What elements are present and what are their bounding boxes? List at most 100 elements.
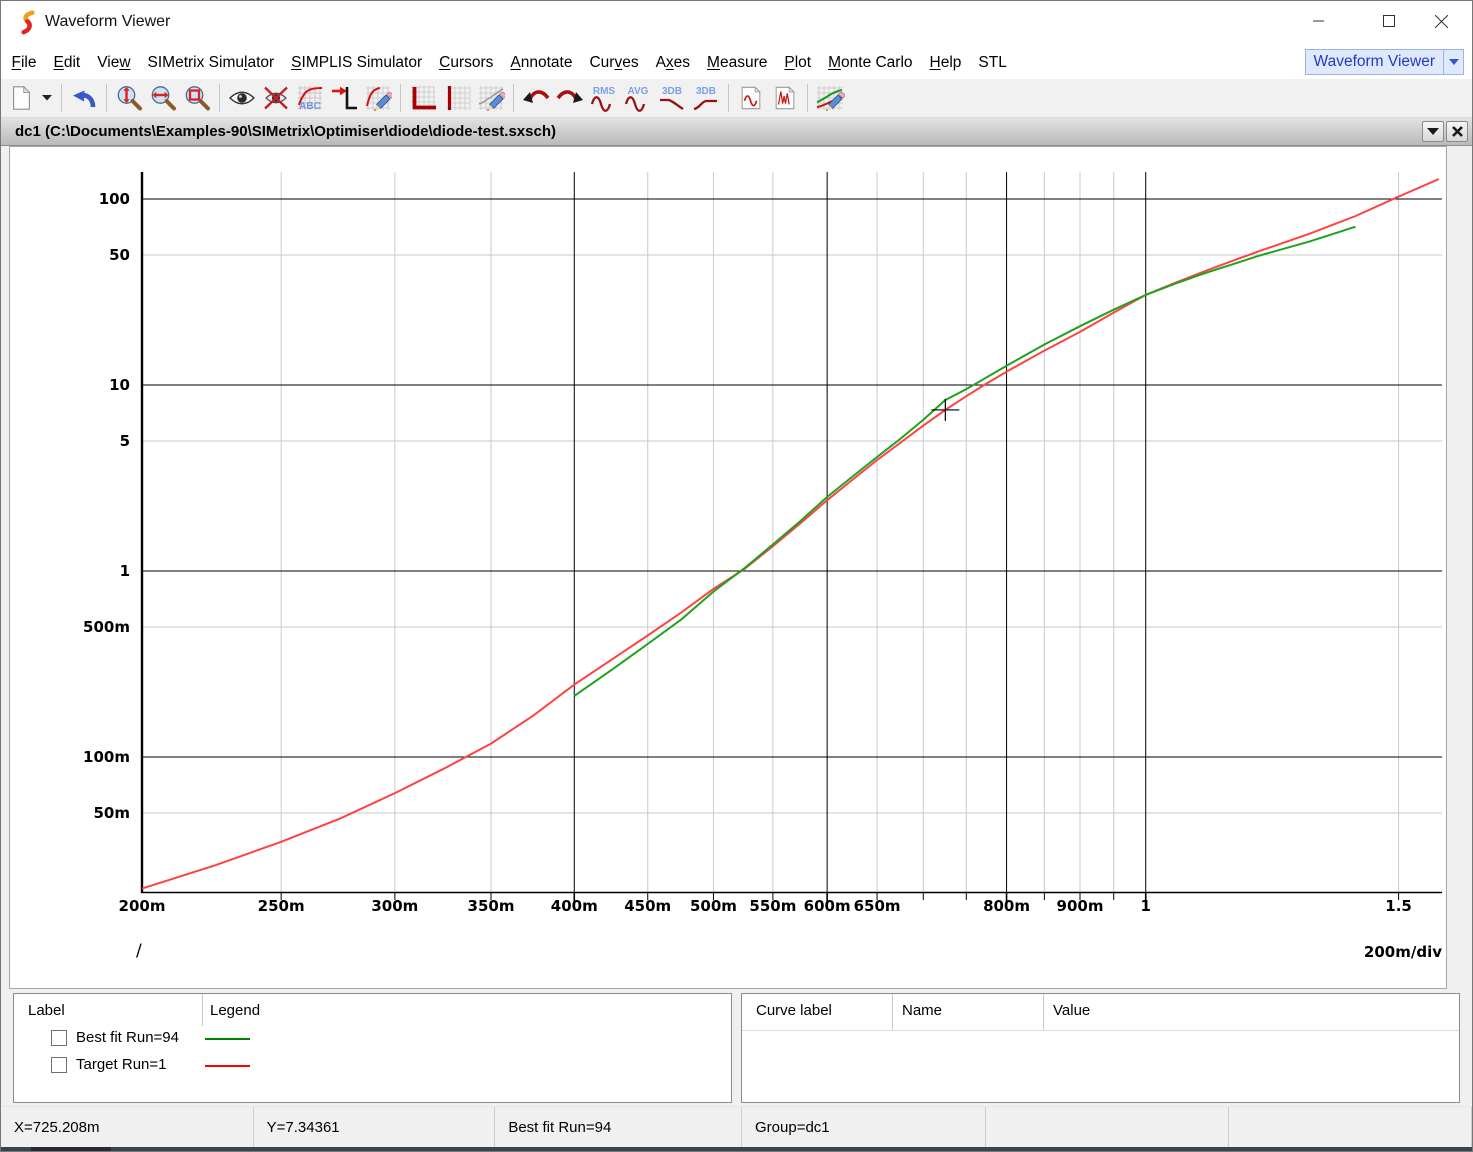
toolbar-separator [513, 84, 514, 112]
legend-line-sample [205, 1065, 250, 1067]
y-tick-label: 50m [50, 804, 130, 822]
waveform-plot-area[interactable]: 200m250m300m350m400m450m500m550m600m650m… [9, 146, 1447, 989]
status-field-5 [1229, 1107, 1472, 1147]
column-divider [202, 994, 203, 1026]
axes [141, 172, 1442, 905]
menu-file[interactable]: File [3, 54, 45, 72]
toolbar-separator [61, 84, 62, 112]
axes-icon [409, 84, 437, 112]
x-division-label: 200m/div [1302, 943, 1442, 961]
readout-name-header: Name [902, 1002, 942, 1019]
menu-cursors[interactable]: Cursors [431, 54, 502, 72]
minimize-button[interactable] [1296, 1, 1342, 41]
status-field-2: Best fit Run=94 [495, 1107, 742, 1147]
annotate-curve-button[interactable]: ABC [293, 82, 327, 114]
menu-axes[interactable]: Axes [647, 54, 698, 72]
curve-best-fit-run-94[interactable] [574, 227, 1355, 696]
viewer-selector[interactable]: Waveform Viewer [1305, 49, 1464, 75]
add-axis-button[interactable] [406, 82, 440, 114]
chevron-down-icon [1427, 128, 1439, 136]
plot-waveform-button[interactable] [734, 82, 768, 114]
menu-view[interactable]: View [89, 54, 139, 72]
menu-help[interactable]: Help [921, 54, 970, 72]
new-graph-button[interactable] [4, 82, 38, 114]
show-curve-button[interactable] [225, 82, 259, 114]
edit-graph-button[interactable] [813, 82, 847, 114]
x-tick-label: 1.5 [1357, 897, 1441, 915]
y-tick-label: 100 [50, 190, 130, 208]
avg-button[interactable]: AVG [621, 82, 655, 114]
zoom-horizontal-icon [149, 84, 177, 112]
legend-curve-label[interactable]: Target Run=1 [76, 1056, 166, 1073]
menu-measure[interactable]: Measure [699, 54, 776, 72]
x-tick-label: 350m [449, 897, 533, 915]
add-grid-divider-button[interactable] [440, 82, 474, 114]
legend-curve-label[interactable]: Best fit Run=94 [76, 1029, 179, 1046]
rms-icon: RMS [588, 84, 620, 112]
header-divider-line [742, 1030, 1459, 1031]
tab-list-button[interactable] [1422, 121, 1444, 142]
tab-close-button[interactable] [1446, 121, 1468, 142]
graph-tab-bar: dc1 (C:\Documents\Examples-90\SIMetrix\O… [1, 118, 1472, 146]
menu-simplis-simulator[interactable]: SIMPLIS Simulator [283, 54, 431, 72]
toolbar: ABC [1, 79, 1472, 118]
hide-curve-button[interactable] [259, 82, 293, 114]
maximize-button[interactable] [1366, 1, 1412, 41]
undo-icon [70, 84, 98, 112]
status-field-3: Group=dc1 [742, 1107, 986, 1147]
chevron-down-icon [42, 95, 52, 101]
rms-button[interactable]: RMS [587, 82, 621, 114]
lowpass-3db-button[interactable]: 3DB [655, 82, 689, 114]
x-tick-label: 250m [239, 897, 323, 915]
grid-pencil-icon [477, 84, 505, 112]
menu-stl[interactable]: STL [970, 54, 1015, 72]
menu-monte-carlo[interactable]: Monte Carlo [820, 54, 921, 72]
edit-grid-button[interactable] [474, 82, 508, 114]
menu-simetrix-simulator[interactable]: SIMetrix Simulator [139, 54, 283, 72]
menu-plot[interactable]: Plot [776, 54, 820, 72]
waveform-viewer-window: Waveform Viewer FileEditViewSIMetrix Sim… [0, 0, 1473, 1152]
menu-annotate[interactable]: Annotate [502, 54, 581, 72]
menu-edit[interactable]: Edit [45, 54, 89, 72]
undo-button[interactable] [67, 82, 101, 114]
new-graph-dropdown-button[interactable] [38, 82, 56, 114]
x-tick-label: 200m [100, 897, 184, 915]
avg-label: AVG [628, 86, 649, 97]
y-tick-label: 10 [50, 376, 130, 394]
y-tick-label: 1 [50, 562, 130, 580]
y-tick-label: 50 [50, 246, 130, 264]
edit-curve-button[interactable] [361, 82, 395, 114]
eye-hidden-icon [262, 84, 290, 112]
legend-checkbox[interactable] [51, 1030, 67, 1046]
highpass-3db-button[interactable]: 3DB [689, 82, 723, 114]
move-curve-to-axis-button[interactable] [327, 82, 361, 114]
x-tick-label: 650m [835, 897, 919, 915]
menu-curves[interactable]: Curves [581, 54, 647, 72]
plot-fft-button[interactable] [768, 82, 802, 114]
readout-curve-label-header: Curve label [756, 1002, 832, 1019]
legend-row: Target Run=1 [14, 1054, 731, 1078]
zoom-fit-vertical-button[interactable] [112, 82, 146, 114]
legend-checkbox[interactable] [51, 1057, 67, 1073]
status-field-1: Y=7.34361 [254, 1107, 496, 1147]
curve-target-run-1[interactable] [142, 179, 1439, 889]
zoom-box-button[interactable] [180, 82, 214, 114]
next-curve-button[interactable] [553, 82, 587, 114]
graph-tab-title[interactable]: dc1 (C:\Documents\Examples-90\SIMetrix\O… [1, 123, 556, 140]
curve-arrow-right-icon [555, 84, 585, 112]
previous-curve-button[interactable] [519, 82, 553, 114]
arrow-to-axis-icon [330, 84, 358, 112]
curve-label-abc-icon: ABC [296, 84, 324, 112]
rms-label: RMS [593, 86, 616, 97]
toolbar-separator [807, 84, 808, 112]
zoom-fit-horizontal-button[interactable] [146, 82, 180, 114]
close-button[interactable] [1418, 1, 1464, 41]
x-tick-label: 400m [532, 897, 616, 915]
toolbar-separator [219, 84, 220, 112]
toolbar-separator [400, 84, 401, 112]
axis-name-label: / [136, 941, 142, 961]
y-tick-label: 500m [50, 618, 130, 636]
close-icon [1435, 15, 1448, 28]
chevron-down-icon[interactable] [1443, 50, 1463, 74]
zoom-vertical-icon [115, 84, 143, 112]
